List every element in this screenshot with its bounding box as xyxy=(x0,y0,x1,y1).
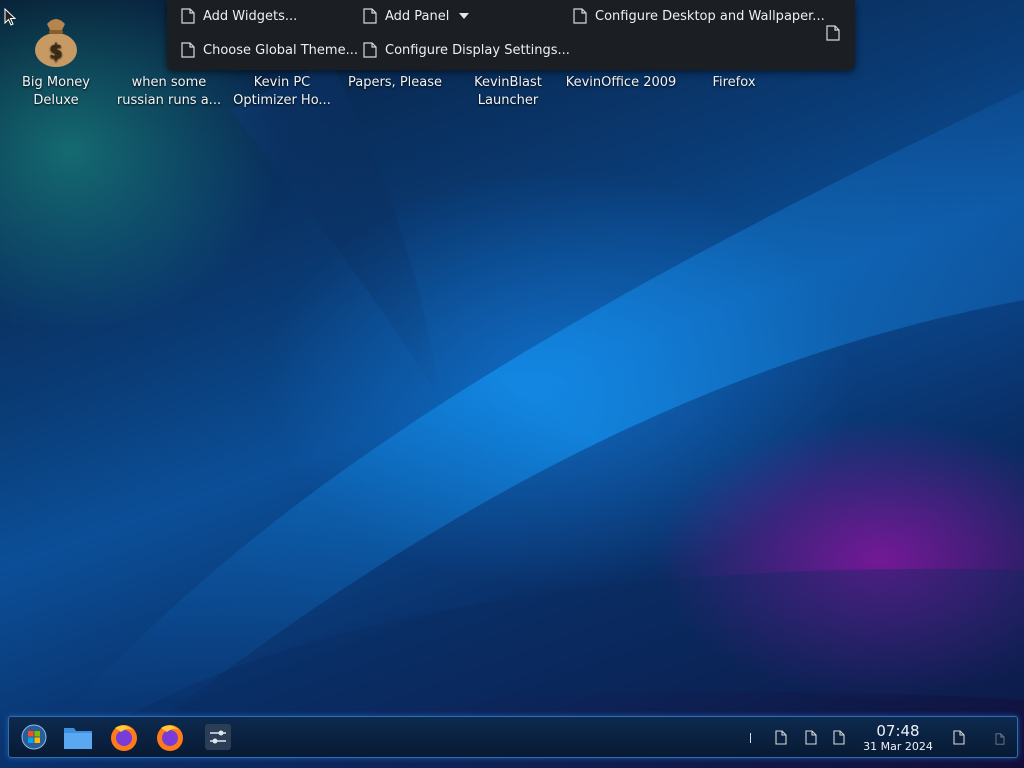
document-icon xyxy=(181,42,195,58)
configure-desktop-button[interactable]: Configure Desktop and Wallpaper... xyxy=(573,5,825,27)
clock[interactable]: 07:48 31 Mar 2024 xyxy=(857,723,939,754)
taskbar: 07:48 31 Mar 2024 xyxy=(8,716,1018,758)
desktop-icon-label: Big Money Deluxe xyxy=(21,75,90,108)
clock-date: 31 Mar 2024 xyxy=(863,740,933,753)
configure-display-label: Configure Display Settings... xyxy=(385,42,570,58)
mouse-cursor-icon xyxy=(4,8,16,26)
desktop-icon-label: Papers, Please xyxy=(347,75,443,90)
configure-desktop-label: Configure Desktop and Wallpaper... xyxy=(595,8,825,24)
tray-icon-2[interactable] xyxy=(805,730,817,745)
document-icon xyxy=(363,8,377,24)
svg-text:$: $ xyxy=(49,39,63,63)
choose-global-theme-label: Choose Global Theme... xyxy=(203,42,358,58)
tray-icon-1[interactable] xyxy=(775,730,787,745)
add-panel-button[interactable]: Add Panel xyxy=(363,5,470,27)
desktop-icon-label: KevinBlast Launcher xyxy=(474,75,542,108)
clock-time: 07:48 xyxy=(876,722,920,740)
document-icon xyxy=(363,42,377,58)
chevron-down-icon xyxy=(459,13,470,19)
configure-display-button[interactable]: Configure Display Settings... xyxy=(363,39,570,61)
start-menu-icon xyxy=(21,724,47,750)
file-manager-button[interactable] xyxy=(61,721,95,753)
desktop-icon-label: Firefox xyxy=(712,75,756,90)
toolbox-extra-button[interactable] xyxy=(826,22,848,44)
desktop-icon-label: Kevin PC Optimizer Ho... xyxy=(233,75,331,108)
firefox-icon xyxy=(157,725,183,751)
choose-global-theme-button[interactable]: Choose Global Theme... xyxy=(181,39,358,61)
document-icon xyxy=(573,8,587,24)
settings-icon xyxy=(205,724,231,750)
panel-options-icon[interactable] xyxy=(995,733,1005,745)
file-manager-icon xyxy=(64,728,92,749)
firefox-taskbar-button[interactable] xyxy=(107,721,141,753)
wallpaper xyxy=(60,60,1024,730)
start-menu-button[interactable] xyxy=(17,721,51,753)
desktop-icon-label: when some russian runs a... xyxy=(116,75,222,108)
tray-separator xyxy=(750,733,751,743)
show-desktop-icon[interactable] xyxy=(953,730,965,745)
desktop-icon-big-money-deluxe[interactable]: $ Big Money Deluxe xyxy=(0,10,112,110)
document-icon xyxy=(181,8,195,24)
money-bag-icon: $ xyxy=(30,10,82,70)
settings-button[interactable] xyxy=(201,721,235,753)
firefox-taskbar-button-2[interactable] xyxy=(153,721,187,753)
tray-icon-3[interactable] xyxy=(833,730,845,745)
document-icon xyxy=(826,25,840,41)
desktop-icon-label: KevinOffice 2009 xyxy=(565,75,677,90)
add-panel-label: Add Panel xyxy=(385,8,450,24)
firefox-icon xyxy=(111,725,137,751)
desktop-toolbox: Add Widgets... Add Panel Configure Deskt… xyxy=(167,0,855,70)
add-widgets-label: Add Widgets... xyxy=(203,8,298,24)
add-widgets-button[interactable]: Add Widgets... xyxy=(181,5,297,27)
